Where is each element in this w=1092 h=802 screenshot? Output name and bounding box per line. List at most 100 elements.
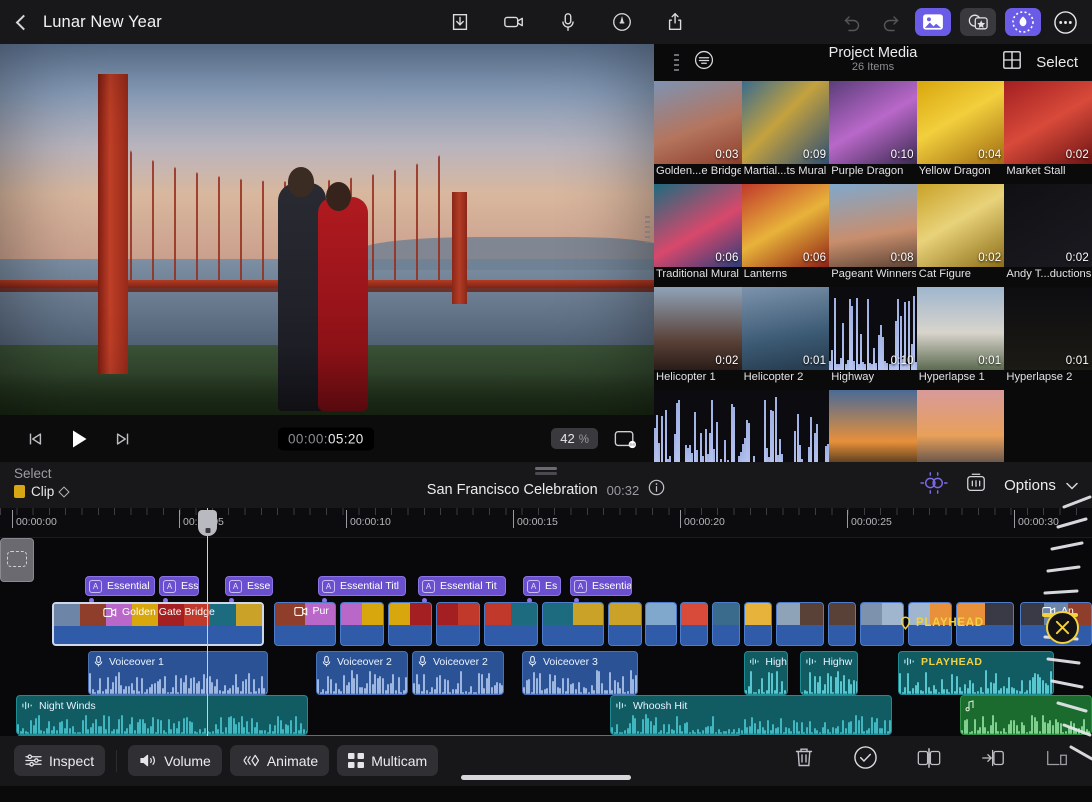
media-thumbnail[interactable]: 0:04 — [917, 81, 1005, 164]
timeline-video-clip[interactable] — [542, 602, 604, 646]
timeline-video-clip[interactable] — [712, 602, 740, 646]
timeline-video-clip[interactable]: Pur — [274, 602, 336, 646]
more-options-icon[interactable] — [1050, 7, 1080, 37]
timeline-audio-clip[interactable]: Night Winds — [16, 695, 308, 735]
timeline-gap-clip[interactable] — [0, 538, 34, 582]
timeline-ruler[interactable]: 00:00:0000:00:0500:00:1000:00:1500:00:20… — [0, 508, 1092, 538]
timeline-video-clip[interactable] — [340, 602, 384, 646]
options-button[interactable]: Options — [1004, 477, 1078, 494]
timeline-title-clip[interactable]: AEssential — [85, 576, 155, 596]
snapshot-icon[interactable] — [964, 472, 988, 499]
media-thumbnail[interactable]: 0:02 — [1004, 184, 1092, 267]
redo-icon[interactable] — [876, 7, 906, 37]
timeline-video-clip[interactable] — [776, 602, 824, 646]
media-library-icon[interactable] — [915, 8, 951, 36]
media-item[interactable]: 0:02Andy T...ductions — [1004, 184, 1092, 287]
media-thumbnail[interactable]: 0:02 — [1004, 81, 1092, 164]
timeline-voiceover-clip[interactable]: Highw — [800, 651, 858, 695]
media-item[interactable]: 0:01Hyperlapse 1 — [917, 287, 1005, 390]
volume-button[interactable]: Volume — [128, 745, 222, 776]
media-item[interactable]: 0:10Purple Dragon — [829, 81, 917, 184]
media-thumbnail[interactable] — [829, 390, 917, 462]
media-item[interactable]: 0:02Market Stall — [1004, 81, 1092, 184]
media-thumbnail[interactable]: 0:06 — [742, 184, 830, 267]
timeline-title-clip[interactable]: AEsse — [225, 576, 273, 596]
media-thumbnail[interactable]: 0:01 — [1004, 287, 1092, 370]
timeline-audio-clip[interactable]: Whoosh Hit — [610, 695, 892, 735]
timecode-display[interactable]: 00:00:05:20 — [278, 427, 374, 450]
timeline-video-clip[interactable] — [484, 602, 538, 646]
timeline-video-clip[interactable] — [828, 602, 856, 646]
timeline-title-clip[interactable]: AEssential Tit — [418, 576, 506, 596]
magic-wand-icon[interactable] — [1005, 8, 1041, 36]
timeline-tracks[interactable]: AEssentialAEssAEsseAEssential TitlAEssen… — [0, 538, 1092, 736]
import-icon[interactable] — [445, 7, 475, 37]
transition-icon[interactable] — [920, 471, 948, 500]
filter-icon[interactable] — [693, 49, 715, 76]
timeline-title-clip[interactable]: AEs — [523, 576, 561, 596]
preview-resize-handle[interactable] — [645, 216, 650, 244]
media-item[interactable]: 0:04Yellow Dragon — [917, 81, 1005, 184]
playhead-handle[interactable] — [198, 510, 217, 536]
share-icon[interactable] — [661, 7, 691, 37]
media-item[interactable]: 0:10Highway — [829, 287, 917, 390]
timeline-drag-handle[interactable] — [535, 467, 557, 470]
info-icon[interactable] — [648, 479, 665, 501]
media-thumbnail[interactable]: 0:09 — [742, 81, 830, 164]
timeline-title-clip[interactable]: AEssential Titl — [318, 576, 406, 596]
media-thumbnail[interactable]: 0:06 — [654, 184, 742, 267]
timeline-video-clip[interactable] — [744, 602, 772, 646]
chevron-down-icon[interactable] — [1066, 477, 1078, 494]
media-item[interactable] — [742, 390, 830, 462]
panel-drag-handle[interactable] — [674, 54, 679, 71]
draw-icon[interactable] — [607, 7, 637, 37]
media-thumbnail[interactable] — [917, 390, 1005, 462]
media-item[interactable]: 0:06Lanterns — [742, 184, 830, 287]
media-item[interactable]: 0:02Cat Figure — [917, 184, 1005, 287]
grid-view-icon[interactable] — [1002, 50, 1022, 75]
skip-back-button[interactable] — [20, 424, 50, 454]
media-thumbnail[interactable]: 0:02 — [654, 287, 742, 370]
media-item[interactable] — [829, 390, 917, 462]
overwrite-icon[interactable] — [1044, 746, 1070, 775]
timeline-annotated-clip[interactable]: PLAYHEAD — [898, 651, 1054, 695]
media-thumbnail[interactable]: 0:03 — [654, 81, 742, 164]
insert-icon[interactable] — [980, 746, 1006, 775]
timeline-video-clip[interactable] — [680, 602, 708, 646]
media-item[interactable]: 0:08Pageant Winners — [829, 184, 917, 287]
playhead[interactable] — [207, 508, 208, 736]
timeline-voiceover-clip[interactable]: Voiceover 3 — [522, 651, 638, 695]
trash-icon[interactable] — [793, 746, 815, 774]
timeline-video-clip[interactable]: Golden Gate Bridge — [52, 602, 264, 646]
media-thumbnail[interactable]: 0:01 — [917, 287, 1005, 370]
check-circle-icon[interactable] — [853, 745, 878, 775]
animate-button[interactable]: Animate — [230, 745, 329, 776]
timeline-voiceover-clip[interactable]: Voiceover 2 — [412, 651, 504, 695]
timeline-video-clip[interactable] — [388, 602, 432, 646]
media-thumbnail[interactable] — [742, 390, 830, 462]
timeline-audio-clip[interactable] — [960, 695, 1092, 735]
picture-in-picture-icon[interactable] — [610, 424, 640, 454]
media-item[interactable]: 0:09Martial...ts Mural — [742, 81, 830, 184]
undo-icon[interactable] — [837, 7, 867, 37]
multicam-button[interactable]: Multicam — [337, 745, 438, 776]
play-button[interactable] — [64, 424, 94, 454]
timeline-video-clip[interactable] — [860, 602, 904, 646]
close-icon[interactable] — [1046, 611, 1079, 644]
chevron-left-icon[interactable] — [16, 14, 32, 30]
media-thumbnail[interactable] — [654, 390, 742, 462]
timeline-video-clip[interactable] — [645, 602, 677, 646]
timeline-video-clip[interactable] — [436, 602, 480, 646]
media-item[interactable]: 0:06Traditional Mural — [654, 184, 742, 287]
timeline-drag-handle-2[interactable] — [535, 472, 557, 475]
media-select-button[interactable]: Select — [1036, 54, 1078, 71]
media-item[interactable]: 0:01Helicopter 2 — [742, 287, 830, 390]
skip-forward-button[interactable] — [108, 424, 138, 454]
microphone-icon[interactable] — [553, 7, 583, 37]
media-item[interactable] — [917, 390, 1005, 462]
timeline-voiceover-clip[interactable]: Voiceover 1 — [88, 651, 268, 695]
timeline-video-clip[interactable] — [608, 602, 642, 646]
media-thumbnail[interactable]: 0:01 — [742, 287, 830, 370]
media-item[interactable]: 0:02Helicopter 1 — [654, 287, 742, 390]
video-camera-icon[interactable] — [499, 7, 529, 37]
